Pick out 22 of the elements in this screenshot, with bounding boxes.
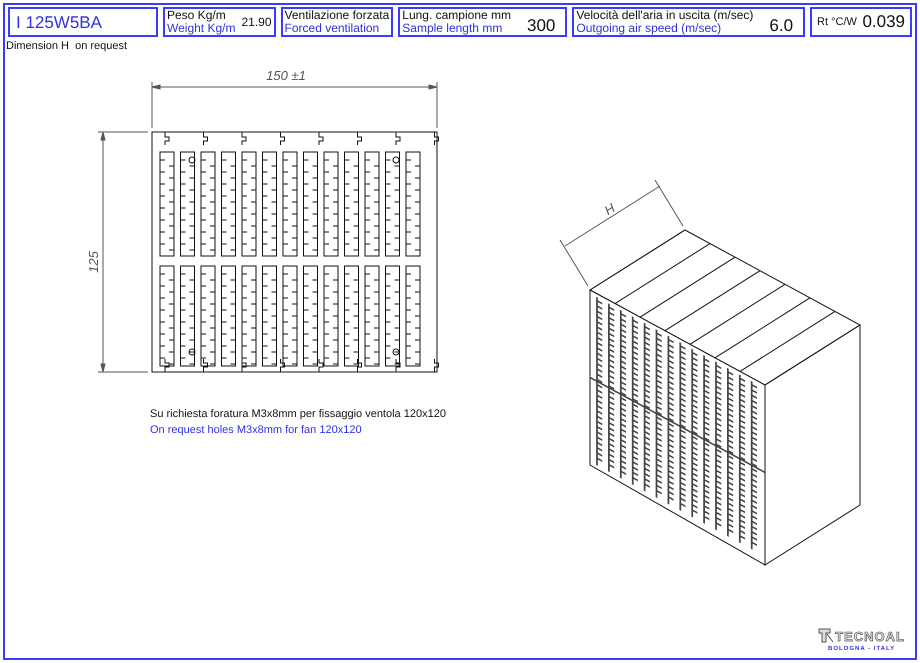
spec-label: Peso Kg/m xyxy=(167,9,227,22)
part-code: I 125W5BA xyxy=(16,14,102,30)
logo-mark-icon xyxy=(818,627,834,643)
spec-label-english: Weight Kg/m xyxy=(167,22,236,35)
spec-label-english: Sample length mm xyxy=(402,22,504,35)
spec-label: Ventilazione forzata xyxy=(284,9,390,22)
rt-label: Rt °C/W xyxy=(817,14,857,30)
width-dimension: 150 ±1 xyxy=(266,68,306,83)
height-dimension: 125 xyxy=(86,251,101,273)
logo-name: TECNOAL xyxy=(835,630,905,643)
spec-value: 21.90 xyxy=(241,16,272,28)
spec-label: Lung. campione mm xyxy=(402,9,511,22)
depth-dimension: H xyxy=(602,200,618,218)
spec-value: 300 xyxy=(527,16,556,34)
remark-text-english: On request holes M3x8mm for fan 120x120 xyxy=(150,423,363,438)
dimension-note: Dimension H on request xyxy=(6,39,128,54)
remark-text: Su richiesta foratura M3x8mm per fissaggio ventola 120x120 xyxy=(150,407,446,422)
spec-label-english: Forced ventilation xyxy=(284,22,380,35)
spec-value: 6.0 xyxy=(769,16,794,34)
spec-label-english: Outgoing air speed (m/sec) xyxy=(576,22,722,35)
spec-label: Velocità dell'aria in uscita (m/sec) xyxy=(576,9,754,22)
rt-value: 0.039 xyxy=(862,11,905,34)
